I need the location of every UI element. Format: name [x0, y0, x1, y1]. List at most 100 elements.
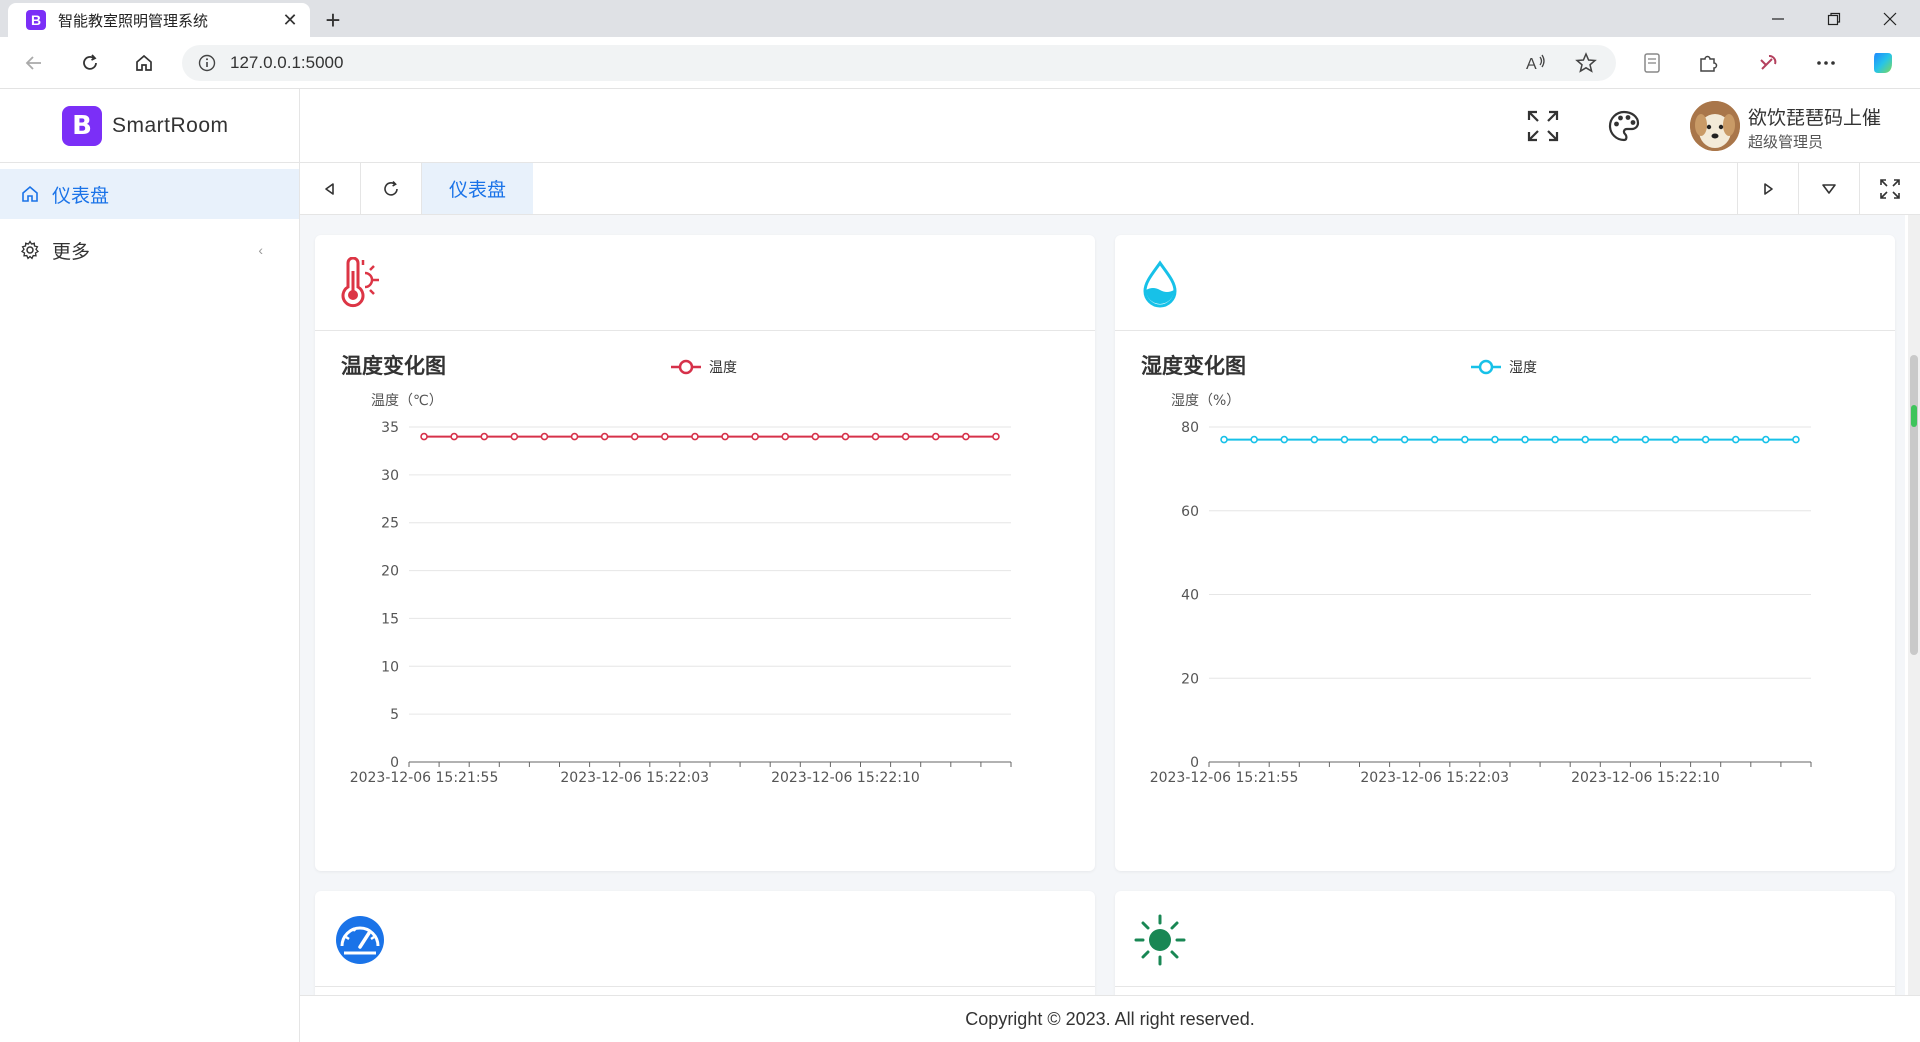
data-point[interactable] [1581, 435, 1590, 444]
collections-button[interactable] [1636, 47, 1668, 79]
chart-legend[interactable]: 温度 [671, 359, 737, 376]
x-tick-label: 2023-12-06 15:22:03 [1360, 770, 1509, 786]
data-point[interactable] [1280, 435, 1289, 444]
tab-favicon: B [26, 10, 46, 30]
y-tick-labels: 0 5 10 15 20 25 30 35 [381, 420, 399, 771]
data-point[interactable] [1731, 435, 1740, 444]
data-point[interactable] [540, 432, 549, 441]
humidity-card: 湿度变化图 湿度 湿度（%） 0 20 40 60 80 2023-12-06 15:2… [1115, 235, 1895, 871]
copilot-button[interactable] [1868, 47, 1900, 79]
more-button[interactable] [1810, 47, 1842, 79]
caret-down-icon [1822, 183, 1836, 194]
logo[interactable]: B SmartRoom [0, 89, 299, 163]
data-point[interactable] [691, 432, 699, 441]
page-scrollbar[interactable] [1908, 215, 1920, 995]
user-name[interactable]: 欲饮琵琶码上催 [1748, 103, 1881, 130]
fullscreen-button[interactable] [1524, 107, 1562, 145]
card-header [1115, 235, 1895, 331]
chevron-left-icon: ‹ [258, 242, 263, 258]
sidebar-item-dashboard[interactable]: 仪表盘 [0, 169, 299, 219]
data-point[interactable] [1250, 435, 1258, 444]
address-bar[interactable]: 127.0.0.1:5000 [182, 45, 1616, 81]
data-point[interactable] [992, 432, 1000, 441]
data-point[interactable] [901, 432, 910, 441]
home-button[interactable] [128, 47, 160, 79]
extensions-button[interactable] [1692, 47, 1724, 79]
data-point[interactable] [480, 432, 489, 441]
light-card [1115, 891, 1895, 995]
favorite-button[interactable] [1572, 49, 1600, 77]
close-window-button[interactable] [1862, 0, 1918, 37]
data-point[interactable] [630, 432, 639, 441]
restore-button[interactable] [1806, 0, 1862, 37]
tab-dashboard[interactable]: 仪表盘 [422, 163, 533, 214]
data-point[interactable] [570, 432, 579, 441]
tab-scroll-right-button[interactable] [1737, 163, 1798, 214]
x-axis [408, 761, 1012, 767]
y-tick-label: 30 [381, 468, 399, 484]
chart-legend[interactable]: 湿度 [1471, 359, 1537, 376]
tab-title: 智能教室照明管理系统 [58, 12, 209, 30]
minimize-button[interactable] [1750, 0, 1806, 37]
data-point[interactable] [1370, 435, 1379, 444]
data-point[interactable] [1430, 435, 1439, 444]
data-point[interactable] [450, 432, 458, 441]
avatar[interactable] [1690, 101, 1740, 151]
reload-button[interactable] [74, 47, 106, 79]
data-point[interactable] [1671, 435, 1680, 444]
data-point[interactable] [1792, 435, 1800, 444]
y-tick-label: 20 [1181, 671, 1199, 687]
data-point[interactable] [811, 432, 820, 441]
caret-right-icon [1764, 182, 1773, 195]
tab-scroll-left-button[interactable] [300, 163, 361, 214]
tab-close-icon[interactable]: ✕ [280, 10, 300, 30]
tab-menu-button[interactable] [1798, 163, 1859, 214]
tab-refresh-button[interactable] [361, 163, 422, 214]
data-point[interactable] [962, 432, 970, 441]
data-point[interactable] [1762, 435, 1770, 444]
data-point[interactable] [751, 432, 759, 441]
card-header [1115, 891, 1895, 987]
data-point[interactable] [871, 432, 880, 441]
scrollbar-thumb[interactable] [1910, 355, 1918, 655]
sidebar-item-more[interactable]: 更多 ‹ [0, 225, 299, 275]
y-tick-label: 35 [381, 420, 399, 436]
data-point[interactable] [1521, 435, 1529, 444]
data-point[interactable] [1491, 435, 1499, 444]
data-point[interactable] [661, 432, 669, 441]
read-aloud-button[interactable]: A [1522, 49, 1550, 77]
svg-text:A: A [1526, 56, 1537, 73]
tab-fullscreen-button[interactable] [1859, 163, 1920, 214]
data-point[interactable] [1220, 435, 1228, 444]
info-icon [198, 54, 216, 72]
star-icon [1575, 52, 1597, 73]
back-button[interactable] [18, 47, 50, 79]
data-point[interactable] [420, 432, 428, 441]
refresh-icon [384, 180, 398, 196]
sidebar-item-label: 仪表盘 [52, 185, 110, 207]
theme-button[interactable] [1605, 107, 1643, 145]
extension-item-button[interactable] [1752, 47, 1784, 79]
data-point[interactable] [1641, 435, 1650, 444]
data-point[interactable] [1611, 435, 1620, 444]
data-point[interactable] [781, 432, 790, 441]
data-point[interactable] [721, 432, 729, 441]
data-point[interactable] [1461, 435, 1469, 444]
new-tab-button[interactable]: + [318, 5, 348, 35]
x-tick-labels: 2023-12-06 15:21:55 2023-12-06 15:22:03 20… [350, 770, 920, 786]
data-point[interactable] [1310, 435, 1319, 444]
data-point[interactable] [1551, 435, 1559, 444]
data-point[interactable] [841, 432, 850, 441]
page-tabbar: 仪表盘 [300, 163, 1920, 215]
data-point[interactable] [931, 432, 940, 441]
card-header [315, 891, 1095, 987]
data-point[interactable] [1701, 435, 1710, 444]
browser-tab[interactable]: B 智能教室照明管理系统 ✕ [8, 3, 310, 37]
data-point[interactable] [1340, 435, 1349, 444]
gauge-icon [333, 913, 387, 967]
x-tick-label: 2023-12-06 15:22:10 [771, 770, 920, 786]
data-point[interactable] [510, 432, 519, 441]
palette-icon [1608, 110, 1640, 142]
data-point[interactable] [600, 432, 609, 441]
data-point[interactable] [1400, 435, 1409, 444]
